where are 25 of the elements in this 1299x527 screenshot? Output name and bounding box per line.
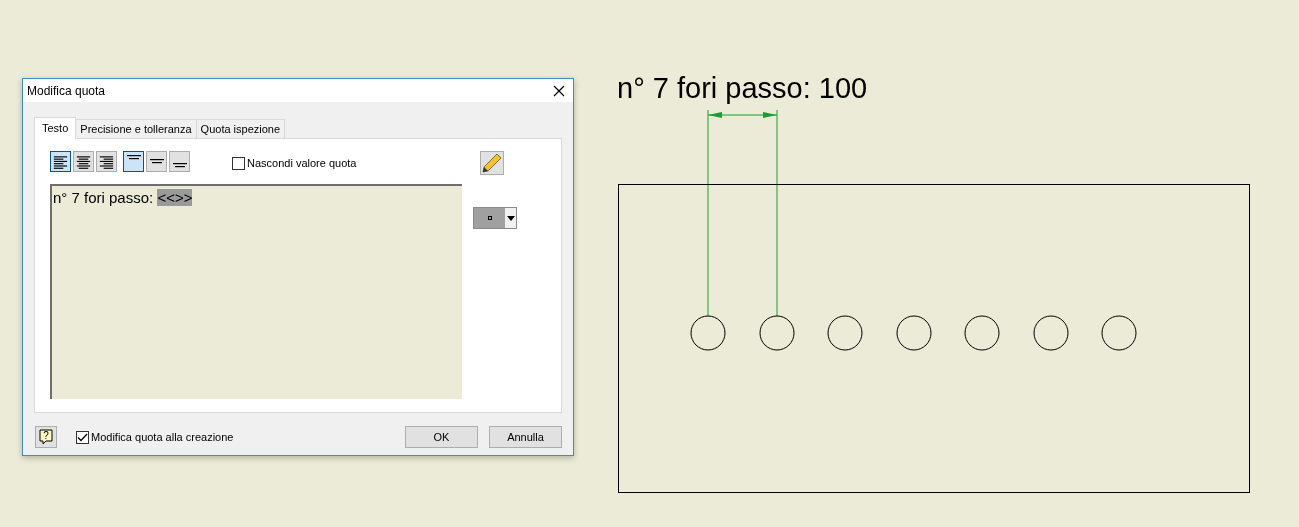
window-title: Modifica quota xyxy=(27,82,106,100)
align-button[interactable] xyxy=(123,151,144,172)
text-editor[interactable]: n° 7 fori passo: <<>> xyxy=(50,184,462,399)
dimension-text: n° 7 fori passo: 100 xyxy=(617,71,868,106)
tab[interactable]: Testo xyxy=(34,117,77,139)
align-button[interactable] xyxy=(169,151,190,172)
align-button[interactable] xyxy=(96,151,117,172)
tab[interactable]: Quota ispezione xyxy=(195,119,286,138)
symbol-dropdown[interactable] xyxy=(473,207,517,229)
close-icon[interactable] xyxy=(553,84,565,97)
checkbox[interactable] xyxy=(232,156,245,170)
dialog-button[interactable]: Annulla xyxy=(489,426,562,448)
dialog-button[interactable]: OK xyxy=(405,426,478,448)
checkbox-label[interactable]: Modifica quota alla creazione xyxy=(91,428,234,446)
checkbox-label[interactable]: Nascondi valore quota xyxy=(247,155,357,172)
checkbox[interactable] xyxy=(76,430,89,444)
pencil-icon xyxy=(482,153,502,173)
align-icon xyxy=(172,163,187,168)
align-button[interactable] xyxy=(50,151,71,172)
align-button[interactable] xyxy=(146,151,167,172)
caret-icon xyxy=(506,215,515,221)
align-icon xyxy=(149,159,164,164)
align-icon xyxy=(126,155,141,160)
align-button[interactable] xyxy=(73,151,94,172)
pencil-button[interactable] xyxy=(480,151,504,175)
